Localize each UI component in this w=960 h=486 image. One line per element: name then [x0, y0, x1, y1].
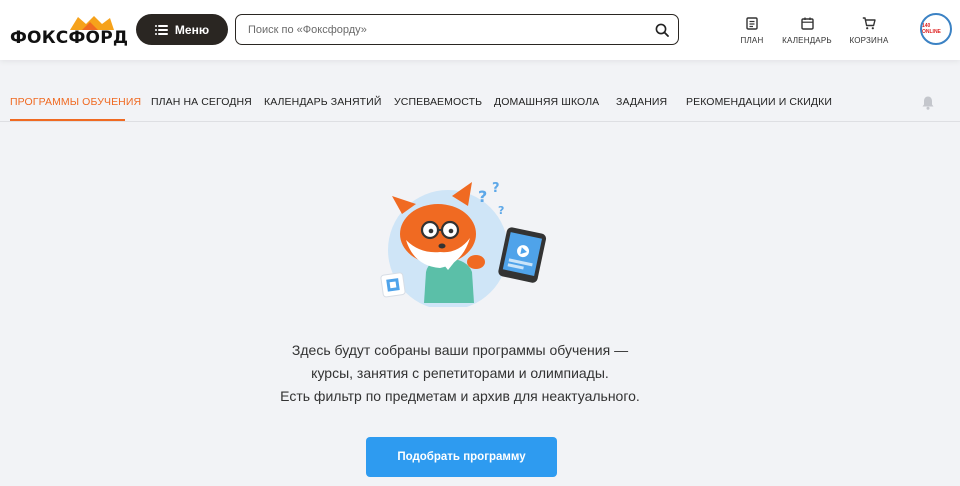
menu-button-label: Меню [174, 22, 210, 37]
foxford-logo[interactable]: ФОКСФОРД [10, 14, 128, 48]
tab-programs[interactable]: ПРОГРАММЫ ОБУЧЕНИЯ [10, 96, 141, 108]
search-box[interactable] [235, 14, 679, 45]
document-icon [746, 17, 758, 30]
tab-home-school[interactable]: ДОМАШНЯЯ ШКОЛА [494, 96, 599, 108]
search-icon[interactable] [655, 23, 669, 37]
menu-button[interactable]: Меню [136, 14, 228, 45]
cart-button[interactable]: КОРЗИНА [849, 17, 889, 45]
search-input[interactable] [248, 21, 638, 39]
tab-recommendations[interactable]: РЕКОМЕНДАЦИИ И СКИДКИ [686, 96, 832, 108]
program-tabs: ПРОГРАММЫ ОБУЧЕНИЯ ПЛАН НА СЕГОДНЯ КАЛЕН… [0, 82, 960, 122]
empty-state-line: Здесь будут собраны ваши программы обуче… [291, 342, 629, 358]
tab-assignments[interactable]: ЗАДАНИЯ [616, 96, 667, 108]
choose-program-button[interactable]: Подобрать программу [366, 437, 557, 477]
logo-text: ФОКСФОРД [10, 28, 129, 48]
avatar-text: 140 ONLINE [922, 23, 941, 35]
cart-label: КОРЗИНА [849, 36, 889, 45]
tab-progress[interactable]: УСПЕВАЕМОСТЬ [394, 96, 482, 108]
empty-state-message: Здесь будут собраны ваши программы обуче… [230, 339, 690, 408]
header: ФОКСФОРД Меню ПЛАН КАЛЕН [0, 0, 960, 60]
fox-with-tablet-illustration: ? ? ? [380, 181, 547, 307]
calendar-button[interactable]: КАЛЕНДАРЬ [782, 17, 832, 45]
calendar-icon [800, 17, 814, 30]
tab-class-calendar[interactable]: КАЛЕНДАРЬ ЗАНЯТИЙ [264, 96, 381, 108]
menu-list-icon [154, 24, 168, 35]
cart-icon [862, 17, 876, 30]
empty-state-line: Есть фильтр по предметам и архив для неа… [280, 388, 640, 404]
active-tab-indicator [10, 119, 125, 121]
plan-button[interactable]: ПЛАН [737, 17, 767, 45]
tab-today-plan[interactable]: ПЛАН НА СЕГОДНЯ [151, 96, 252, 108]
svg-text:?: ? [498, 204, 504, 217]
plan-label: ПЛАН [740, 36, 764, 45]
empty-state-line: курсы, занятия с репетиторами и олимпиад… [311, 365, 609, 381]
svg-text:?: ? [478, 187, 487, 206]
bell-icon[interactable] [921, 95, 935, 110]
svg-text:?: ? [492, 181, 500, 196]
calendar-label: КАЛЕНДАРЬ [782, 36, 832, 45]
user-avatar[interactable]: 140 ONLINE [920, 13, 952, 45]
